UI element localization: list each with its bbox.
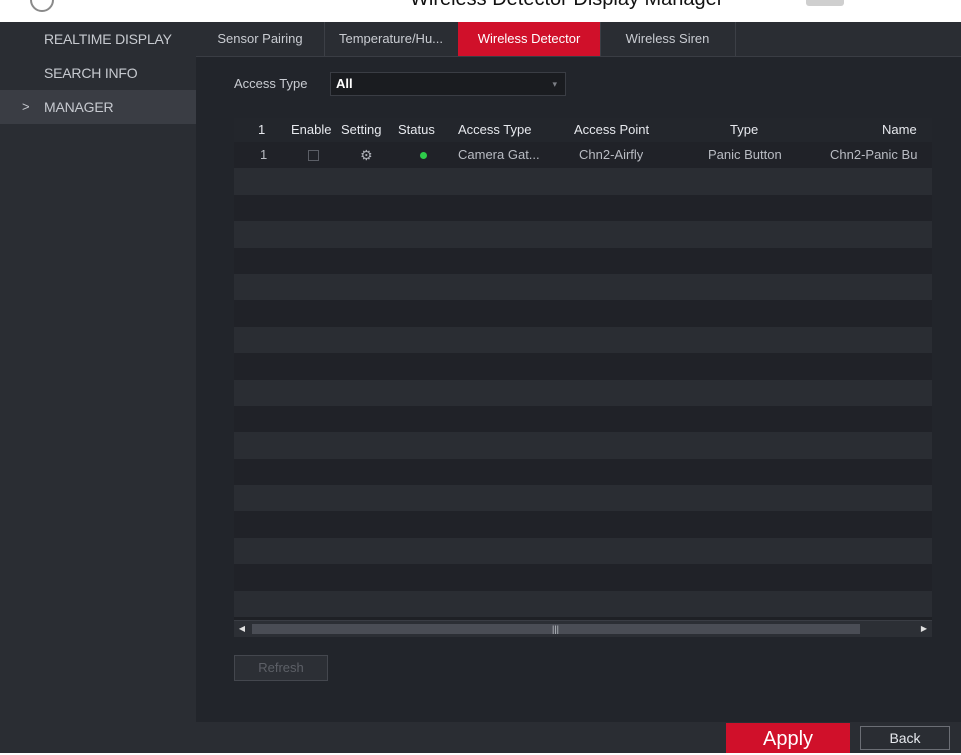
tab-temperature-humidity[interactable]: Temperature/Hu... xyxy=(324,22,459,56)
scrollbar-thumb[interactable]: ||| xyxy=(252,624,860,634)
access-type-label: Access Type xyxy=(234,76,308,91)
table-row xyxy=(234,194,932,222)
table-row xyxy=(234,247,932,274)
app-window: REALTIME DISPLAY SEARCH INFO > MANAGER S… xyxy=(0,22,961,753)
table-row xyxy=(234,485,932,512)
scroll-right-icon[interactable]: ▶ xyxy=(916,621,932,637)
header-status: Status xyxy=(398,122,435,137)
tab-wireless-detector[interactable]: Wireless Detector xyxy=(458,22,601,56)
table-row xyxy=(234,432,932,459)
sidebar-item-realtime-display[interactable]: REALTIME DISPLAY xyxy=(0,22,196,56)
tab-wireless-siren[interactable]: Wireless Siren xyxy=(600,22,736,56)
grip-icon: ||| xyxy=(552,624,560,634)
cell-name: Chn2-Panic Bu xyxy=(830,147,918,162)
sidebar-item-label: MANAGER xyxy=(44,99,114,115)
top-band: Wireless Detector Display Manager xyxy=(0,0,961,22)
sidebar-item-manager[interactable]: > MANAGER xyxy=(0,90,196,124)
sidebar-item-label: REALTIME DISPLAY xyxy=(44,31,172,47)
sidebar: REALTIME DISPLAY SEARCH INFO > MANAGER xyxy=(0,22,197,753)
chevron-down-icon: ▾ xyxy=(552,79,557,89)
access-type-value: All xyxy=(336,76,353,91)
table-row xyxy=(234,300,932,327)
enable-checkbox[interactable] xyxy=(308,150,319,161)
table-row xyxy=(234,168,932,195)
access-type-select[interactable]: All ▾ xyxy=(330,72,566,96)
top-caption: Wireless Detector Display Manager xyxy=(410,0,723,11)
table-row xyxy=(234,511,932,538)
status-online-icon xyxy=(420,152,427,159)
cell-type: Panic Button xyxy=(708,147,782,162)
table-row xyxy=(234,564,932,591)
sidebar-item-search-info[interactable]: SEARCH INFO xyxy=(0,56,196,90)
cell-access-type: Camera Gat... xyxy=(458,147,540,162)
header-enable: Enable xyxy=(291,122,332,137)
back-button[interactable]: Back xyxy=(860,726,950,750)
top-indicator xyxy=(806,0,844,6)
table-body: 1 ⚙ Camera Gat... Chn2-Airfly Panic Butt… xyxy=(234,142,932,618)
sidebar-item-label: SEARCH INFO xyxy=(44,65,138,81)
table-row xyxy=(234,379,932,406)
scroll-left-icon[interactable]: ◀ xyxy=(234,621,250,637)
header-index: 1 xyxy=(258,122,266,137)
table-row xyxy=(234,405,932,433)
header-type: Type xyxy=(730,122,759,137)
table-row[interactable]: 1 ⚙ Camera Gat... Chn2-Airfly Panic Butt… xyxy=(234,142,932,169)
cell-access-point: Chn2-Airfly xyxy=(579,147,644,162)
tab-sensor-pairing[interactable]: Sensor Pairing xyxy=(196,22,325,56)
gear-icon[interactable]: ⚙ xyxy=(360,142,373,168)
table-row xyxy=(234,221,932,248)
header-name: Name xyxy=(882,122,917,137)
table-row xyxy=(234,273,932,301)
header-access-point: Access Point xyxy=(574,122,650,137)
horizontal-scrollbar[interactable]: ◀ ||| ▶ xyxy=(234,620,932,637)
cell-index: 1 xyxy=(260,147,268,162)
table-row xyxy=(234,537,932,565)
tab-bar: Sensor Pairing Temperature/Hu... Wireles… xyxy=(196,22,961,57)
table-row xyxy=(234,326,932,354)
table-row xyxy=(234,353,932,380)
main-panel: Sensor Pairing Temperature/Hu... Wireles… xyxy=(196,22,961,753)
header-setting: Setting xyxy=(341,122,382,137)
table-header: 1 Enable Setting Status Access Type Acce… xyxy=(234,118,932,142)
header-access-type: Access Type xyxy=(458,122,532,137)
apply-button[interactable]: Apply xyxy=(726,723,850,753)
refresh-button[interactable]: Refresh xyxy=(234,655,328,681)
logo-icon xyxy=(30,0,54,12)
chevron-right-icon: > xyxy=(22,99,30,114)
detector-table: 1 Enable Setting Status Access Type Acce… xyxy=(234,118,932,620)
table-row xyxy=(234,590,932,618)
table-row xyxy=(234,458,932,486)
bottom-action-bar: Apply Back xyxy=(196,722,961,753)
